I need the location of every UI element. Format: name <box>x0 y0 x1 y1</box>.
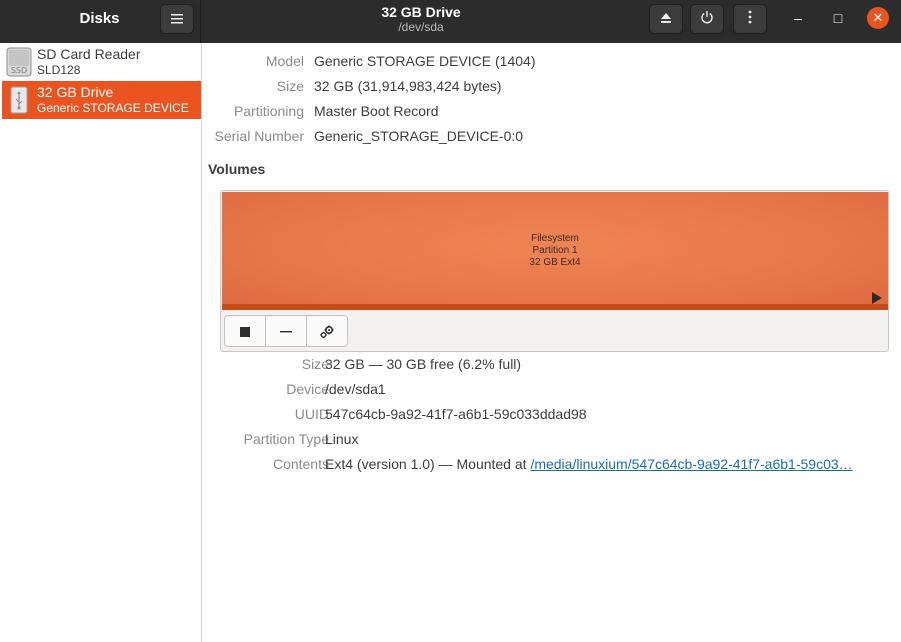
play-arrow-icon <box>872 292 882 304</box>
drive-details-panel: Model Generic STORAGE DEVICE (1404) Size… <box>202 43 901 642</box>
eject-icon <box>660 11 672 27</box>
partition-name-text: Partition 1 <box>532 245 578 256</box>
uuid-value: 547c64cb-9a92-41f7-a6b1-59c033ddad98 <box>325 406 587 422</box>
size-value: 32 GB (31,914,983,424 bytes) <box>314 78 502 94</box>
drive-title: 32 GB Drive <box>381 4 461 20</box>
drive-subtitle: /dev/sda <box>398 20 444 34</box>
app-menu-button[interactable] <box>160 4 194 34</box>
vertical-ellipsis-icon <box>748 10 752 27</box>
stop-icon <box>240 323 250 338</box>
model-label: Model <box>265 53 304 69</box>
minimize-icon: – <box>794 10 802 26</box>
size-label: Size <box>276 78 304 94</box>
volume-toolbar <box>224 315 348 347</box>
minus-icon <box>280 323 292 338</box>
partition-size-text: 32 GB Ext4 <box>529 257 581 268</box>
partitioning-value: Master Boot Record <box>314 103 439 119</box>
power-icon <box>700 11 714 27</box>
partitioning-label: Partitioning <box>233 103 304 119</box>
close-icon: ✕ <box>872 10 884 25</box>
header-bar: Disks 32 GB Drive /dev/sda – □ ✕ <box>0 0 901 43</box>
drive-options-button[interactable] <box>733 4 767 34</box>
sidebar-item-32gb-drive[interactable]: 32 GB Drive Generic STORAGE DEVICE <box>2 81 201 119</box>
volumes-heading: Volumes <box>208 161 266 177</box>
disks-window: Disks 32 GB Drive /dev/sda – □ ✕ SSD SD … <box>0 0 901 642</box>
model-value: Generic STORAGE DEVICE (1404) <box>314 53 536 69</box>
uuid-label: UUID <box>294 406 329 422</box>
eject-button[interactable] <box>649 4 683 34</box>
gears-icon <box>319 323 335 338</box>
serial-number-value: Generic_STORAGE_DEVICE-0:0 <box>314 128 524 144</box>
unmount-button[interactable] <box>224 315 266 347</box>
sidebar-item-name: 32 GB Drive <box>37 84 114 100</box>
sidebar-header: Disks <box>0 0 201 43</box>
close-button[interactable]: ✕ <box>867 7 889 29</box>
device-value: /dev/sda1 <box>325 381 386 397</box>
partition-type-text: Filesystem <box>531 233 579 244</box>
sidebar-item-subtitle: Generic STORAGE DEVICE <box>37 101 189 115</box>
maximize-button[interactable]: □ <box>827 7 849 29</box>
contents-label: Contents <box>272 456 329 472</box>
partition-options-button[interactable] <box>306 315 348 347</box>
contents-description: Ext4 (version 1.0) — Mounted at <box>325 456 531 472</box>
partition-type-label: Partition Type <box>243 431 329 447</box>
maximize-icon: □ <box>833 10 843 26</box>
svg-text:SSD: SSD <box>11 66 27 75</box>
ssd-icon: SSD <box>6 47 32 77</box>
device-sidebar: SSD SD Card Reader SLD128 32 GB Drive Ge… <box>0 43 202 642</box>
partition-label: Filesystem Partition 1 32 GB Ext4 <box>222 233 888 269</box>
sidebar-item-name: SD Card Reader <box>37 46 141 62</box>
minimize-button[interactable]: – <box>787 7 809 29</box>
device-label: Device <box>286 381 329 397</box>
sidebar-item-sd-card-reader[interactable]: SSD SD Card Reader SLD128 <box>2 43 201 81</box>
volumes-map: Filesystem Partition 1 32 GB Ext4 <box>220 190 889 352</box>
partition-1-block[interactable]: Filesystem Partition 1 32 GB Ext4 <box>222 192 888 310</box>
hamburger-menu-icon <box>171 11 183 27</box>
mount-point-link[interactable]: /media/linuxium/547c64cb-9a92-41f7-a6b1-… <box>530 456 852 472</box>
serial-number-label: Serial Number <box>214 128 304 144</box>
partition-size-value: 32 GB — 30 GB free (6.2% full) <box>325 356 522 372</box>
power-off-button[interactable] <box>690 4 724 34</box>
contents-value: Ext4 (version 1.0) — Mounted at /media/l… <box>325 456 853 472</box>
sidebar-item-subtitle: SLD128 <box>37 63 81 77</box>
delete-partition-button[interactable] <box>265 315 307 347</box>
partition-usage-strip <box>222 304 888 310</box>
usb-drive-icon <box>6 85 32 115</box>
partition-type-value: Linux <box>325 431 359 447</box>
